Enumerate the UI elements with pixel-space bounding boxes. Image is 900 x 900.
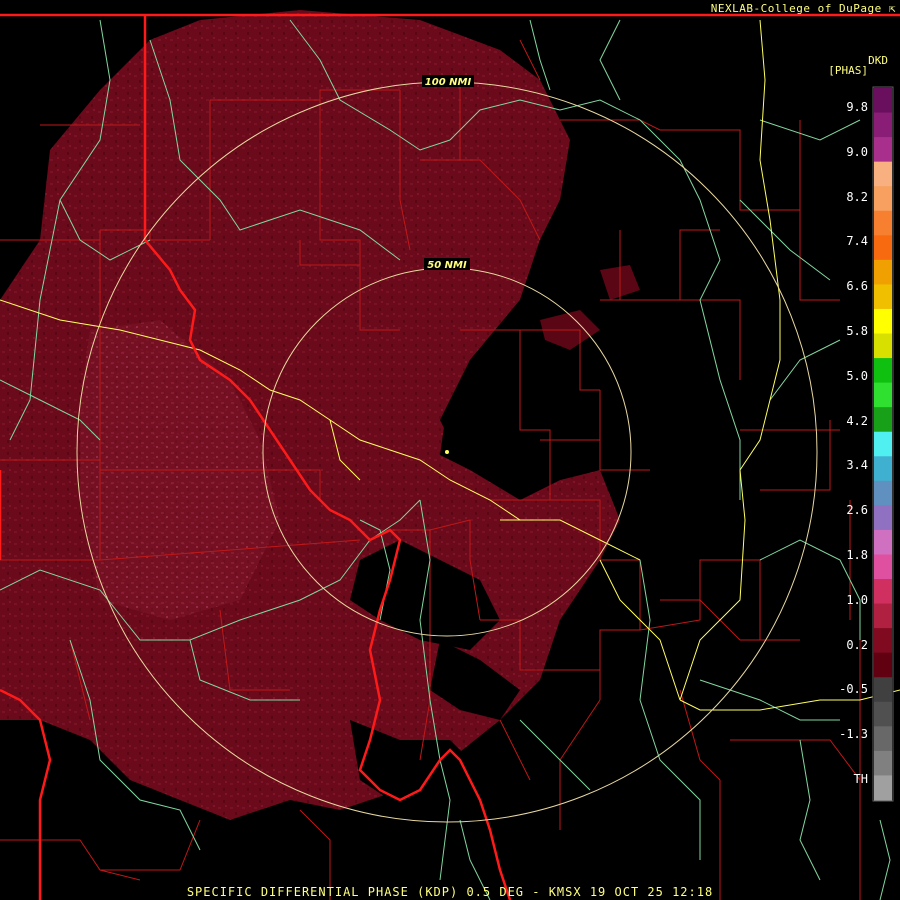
legend-label: 0.2 [846, 637, 868, 652]
legend-label: 6.6 [846, 279, 868, 294]
legend-swatch [874, 750, 892, 776]
legend-swatch [874, 210, 892, 236]
legend-label: 1.8 [846, 548, 868, 562]
legend-swatch [874, 701, 892, 727]
radar-site-marker [445, 450, 449, 454]
legend-swatch [874, 628, 892, 654]
legend-swatch [874, 431, 892, 457]
legend-swatch [874, 186, 892, 212]
legend-label: 5.8 [846, 324, 868, 338]
range-ring-100nmi-label: 100 NMI [425, 77, 472, 88]
legend-swatch [874, 652, 892, 678]
legend-swatch [874, 407, 892, 433]
legend-label: 9.0 [846, 144, 868, 159]
legend-swatch [874, 112, 892, 138]
arrow-icon: ⇱ [881, 2, 896, 15]
credit-text: NEXLAB-College of DuPage ⇱ [711, 2, 896, 15]
legend-label: 9.8 [846, 100, 868, 114]
legend-label: 8.2 [846, 189, 868, 204]
legend-swatch [874, 603, 892, 629]
legend-label: -0.5 [839, 682, 868, 697]
legend-swatch [874, 333, 892, 359]
legend-label: TH [853, 772, 868, 786]
legend-swatch [874, 259, 892, 285]
legend-swatch [874, 480, 892, 506]
radar-image: 50 NMI 100 NMI [0, 10, 900, 900]
radar-map: 50 NMI 100 NMI NEXLAB-College of DuPage … [0, 0, 900, 900]
color-legend-bar [872, 86, 894, 802]
legend-swatch [874, 88, 892, 114]
legend-label: 3.4 [846, 458, 868, 473]
legend-title-phas: [PHAS] [828, 64, 868, 77]
legend-label: 1.0 [846, 592, 868, 607]
legend-label: -1.3 [839, 727, 868, 742]
legend-swatch [874, 529, 892, 555]
legend-swatch [874, 579, 892, 605]
legend-swatch [874, 505, 892, 531]
legend-swatch [874, 235, 892, 261]
range-ring-50nmi-label: 50 NMI [427, 260, 467, 271]
product-caption: SPECIFIC DIFFERENTIAL PHASE (KDP) 0.5 DE… [186, 885, 714, 899]
legend-swatch [874, 677, 892, 703]
legend-label: 7.4 [846, 234, 868, 249]
legend-swatch [874, 554, 892, 580]
legend-label: 2.6 [846, 503, 868, 518]
legend-swatch [874, 456, 892, 482]
legend-title-dkd: DKD [868, 54, 888, 67]
credit-label: NEXLAB-College of DuPage [710, 2, 882, 15]
legend-swatch [874, 161, 892, 187]
legend-swatch [874, 726, 892, 752]
legend-swatch [874, 308, 892, 335]
legend-label: 4.2 [846, 413, 868, 428]
legend-swatch [874, 358, 892, 384]
legend-swatch [874, 775, 892, 801]
legend-swatch [874, 284, 892, 310]
legend-label: 5.0 [846, 368, 868, 383]
legend-swatch [874, 137, 892, 163]
legend-swatch [874, 382, 892, 408]
